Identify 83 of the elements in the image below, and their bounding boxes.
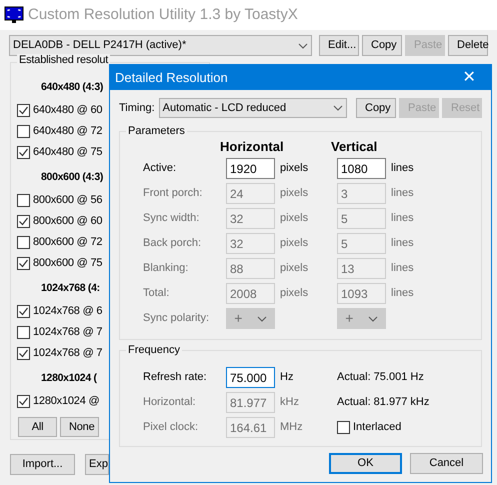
close-button[interactable]: ✕ xyxy=(447,65,491,90)
unit-label: pixels xyxy=(280,186,310,202)
parameter-label: Sync polarity: xyxy=(143,311,210,326)
button[interactable]: All xyxy=(18,417,57,437)
checkbox[interactable] xyxy=(17,236,30,249)
checkbox-label: 1024x768 @ 7 xyxy=(33,325,102,340)
checkbox-label: 640x480 @ 60 xyxy=(33,103,102,118)
actual-reading: Actual: 81.977 kHz xyxy=(337,395,430,410)
unit-label: pixels xyxy=(280,161,310,176)
button[interactable]: OK xyxy=(329,453,402,474)
parameter-label: Sync width: xyxy=(143,211,200,226)
unit-label: lines xyxy=(391,186,414,202)
unit-label: MHz xyxy=(280,420,304,436)
checkbox[interactable] xyxy=(17,395,30,408)
resolution-heading: 800x600 (4:3) xyxy=(41,170,104,185)
checkbox[interactable] xyxy=(17,125,30,138)
monitor-dropdown[interactable]: DELA0DB - DELL P2417H (active)* xyxy=(9,35,312,56)
checkbox-label: 800x600 @ 56 xyxy=(33,193,102,208)
unit-label: pixels xyxy=(280,261,310,276)
checkbox[interactable] xyxy=(17,257,30,270)
dialog-title: Detailed Resolution xyxy=(115,68,228,87)
group-title: Frequency xyxy=(126,342,182,358)
chevron-down-icon xyxy=(333,105,343,111)
checkbox[interactable] xyxy=(17,104,30,117)
parameter-label: Back porch: xyxy=(143,236,202,252)
checkbox[interactable] xyxy=(337,421,350,434)
group-title: Established resolut xyxy=(17,54,110,66)
resolution-heading: 1280x1024 ( xyxy=(41,371,97,386)
unit-label: pixels xyxy=(280,211,310,226)
column-header: Horizontal xyxy=(220,138,285,156)
resolution-heading: 640x480 (4:3) xyxy=(41,80,104,95)
column-header: Vertical xyxy=(331,138,378,156)
unit-label: lines xyxy=(391,211,414,226)
checkbox-label: 800x600 @ 60 xyxy=(33,214,102,230)
checkbox[interactable] xyxy=(17,194,30,207)
checkbox-label: Interlaced xyxy=(353,420,402,436)
chevron-down-icon xyxy=(368,316,378,322)
checkbox-label: 800x600 @ 75 xyxy=(33,256,102,272)
timing-dropdown[interactable]: Automatic - LCD reduced xyxy=(158,98,347,118)
monitor-icon xyxy=(4,5,24,25)
button[interactable]: None xyxy=(60,417,99,437)
unit-label: lines xyxy=(391,261,414,276)
parameter-label: Blanking: xyxy=(143,261,190,276)
button[interactable]: Copy xyxy=(362,35,402,56)
button[interactable]: Edit... xyxy=(319,35,359,56)
checkbox[interactable] xyxy=(17,326,30,339)
button[interactable]: Cancel xyxy=(410,453,483,474)
unit-label: pixels xyxy=(280,286,310,302)
unit-label: lines xyxy=(391,161,414,176)
checkbox[interactable] xyxy=(17,305,30,318)
checkbox[interactable] xyxy=(17,215,30,228)
unit-label: pixels xyxy=(280,236,310,252)
input-field[interactable]: 1920 xyxy=(226,158,275,179)
chevron-down-icon xyxy=(298,42,308,48)
checkbox-label: 800x600 @ 72 xyxy=(33,235,102,250)
checkbox-label: 640x480 @ 72 xyxy=(33,124,102,140)
checkbox[interactable] xyxy=(17,146,30,159)
input-field[interactable]: 75.000 xyxy=(226,367,275,388)
unit-label: kHz xyxy=(280,395,300,410)
frequency-label: Refresh rate: xyxy=(143,370,208,386)
checkbox-label: 1280x1024 @ xyxy=(33,394,100,410)
checkbox[interactable] xyxy=(17,347,30,360)
timing-label: Timing: xyxy=(119,100,155,116)
frequency-label: Pixel clock: xyxy=(143,420,200,436)
unit-label: Hz xyxy=(280,370,294,386)
parameter-label: Active: xyxy=(143,161,178,176)
checkbox-label: 640x480 @ 75 xyxy=(33,145,102,160)
parameter-label: Total: xyxy=(143,286,170,302)
unit-label: lines xyxy=(391,286,414,302)
button[interactable]: Copy xyxy=(356,98,396,118)
resolution-heading: 1024x768 (4: xyxy=(41,281,100,296)
button[interactable]: Delete xyxy=(448,35,488,56)
window-title: Custom Resolution Utility 1.3 by ToastyX xyxy=(28,4,298,25)
parameter-label: Front porch: xyxy=(143,186,204,202)
chevron-down-icon xyxy=(256,316,267,322)
frequency-label: Horizontal: xyxy=(143,395,197,410)
checkbox-label: 1024x768 @ 6 xyxy=(33,304,102,320)
unit-label: lines xyxy=(391,236,414,252)
input-field[interactable]: 1080 xyxy=(337,158,386,179)
button[interactable]: Import... xyxy=(10,454,75,475)
button[interactable]: Exp xyxy=(85,454,109,475)
checkbox-label: 1024x768 @ 7 xyxy=(33,346,102,362)
actual-reading: Actual: 75.001 Hz xyxy=(337,370,424,386)
